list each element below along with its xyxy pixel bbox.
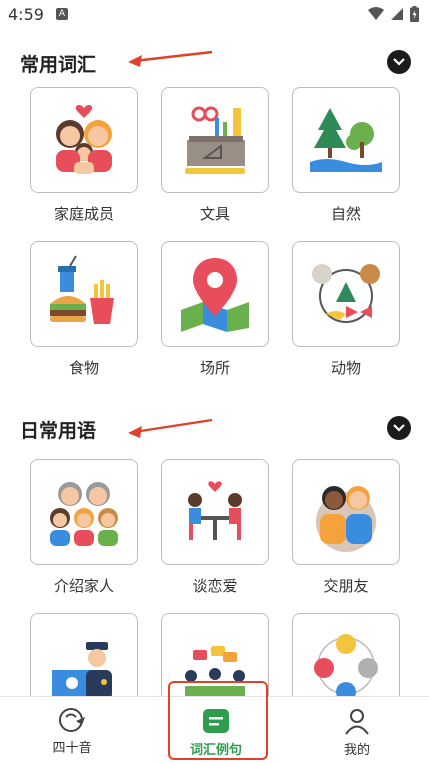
tile-label: 谈恋爱 xyxy=(192,577,238,595)
family-group-icon xyxy=(50,482,118,546)
tile-image-frame xyxy=(292,87,400,193)
signal-icon xyxy=(391,8,403,20)
profile-icon xyxy=(345,709,369,735)
tile-label: 交朋友 xyxy=(323,577,369,595)
annotation-highlight-box xyxy=(168,681,268,760)
dating-icon xyxy=(188,481,242,540)
notification-icon: A xyxy=(56,8,68,20)
food-icon xyxy=(50,255,114,324)
collapse-button[interactable] xyxy=(387,416,411,440)
vocab-tile-family[interactable]: 家庭成员 xyxy=(30,87,138,224)
nav-label: 四十音 xyxy=(52,741,92,756)
phrase-tile-make-friends[interactable]: 交朋友 xyxy=(292,459,400,596)
phrase-tile-dating[interactable]: 谈恋爱 xyxy=(161,459,269,596)
tile-image-frame xyxy=(161,87,269,193)
section-header-daily-phrases: 日常用语 xyxy=(0,410,429,450)
nav-label: 我的 xyxy=(343,743,370,758)
collapse-button[interactable] xyxy=(387,50,411,74)
friends-icon xyxy=(316,486,376,552)
section-title: 日常用语 xyxy=(20,420,97,442)
vocab-tile-places[interactable]: 场所 xyxy=(161,241,269,378)
tile-image-frame xyxy=(30,459,138,565)
chevron-down-icon xyxy=(393,58,405,66)
tile-label: 家庭成员 xyxy=(53,205,114,223)
section-header-common-vocab: 常用词汇 xyxy=(0,44,429,84)
annotation-arrow xyxy=(128,50,213,67)
nav-tab-profile[interactable]: 我的 xyxy=(307,697,407,763)
tile-label: 自然 xyxy=(330,205,361,223)
tile-image-frame xyxy=(30,87,138,193)
tile-image-frame xyxy=(161,241,269,347)
stationery-icon xyxy=(185,106,245,174)
vocab-tile-nature[interactable]: 自然 xyxy=(292,87,400,224)
vocab-tile-food[interactable]: 食物 xyxy=(30,241,138,378)
status-icons xyxy=(368,6,419,22)
status-bar: 4:59 A xyxy=(0,0,429,30)
tile-label: 食物 xyxy=(68,359,99,377)
vocab-tile-animals[interactable]: 动物 xyxy=(292,241,400,378)
tile-image-frame xyxy=(292,241,400,347)
phrase-tile-introduce-family[interactable]: 介绍家人 xyxy=(30,459,138,596)
nature-icon xyxy=(310,108,382,172)
tile-image-frame xyxy=(161,459,269,565)
wifi-icon xyxy=(368,7,384,20)
tile-label: 场所 xyxy=(199,359,230,377)
animals-icon xyxy=(312,264,380,323)
nav-tab-kana[interactable]: 四十音 xyxy=(22,697,122,763)
emotions-icon xyxy=(314,634,378,702)
tile-image-frame xyxy=(292,459,400,565)
tile-image-frame xyxy=(30,241,138,347)
location-pin-icon xyxy=(181,258,249,332)
police-icon xyxy=(52,642,112,700)
battery-icon xyxy=(410,6,419,22)
vocab-tile-stationery[interactable]: 文具 xyxy=(161,87,269,224)
kana-icon xyxy=(59,708,85,732)
section-title: 常用词汇 xyxy=(20,54,97,76)
tile-label: 介绍家人 xyxy=(53,577,114,595)
tile-label: 文具 xyxy=(199,205,230,223)
chevron-down-icon xyxy=(393,424,405,432)
family-icon xyxy=(56,105,112,174)
status-time: 4:59 xyxy=(8,5,44,24)
annotation-arrow xyxy=(128,418,213,438)
tile-label: 动物 xyxy=(330,359,361,377)
